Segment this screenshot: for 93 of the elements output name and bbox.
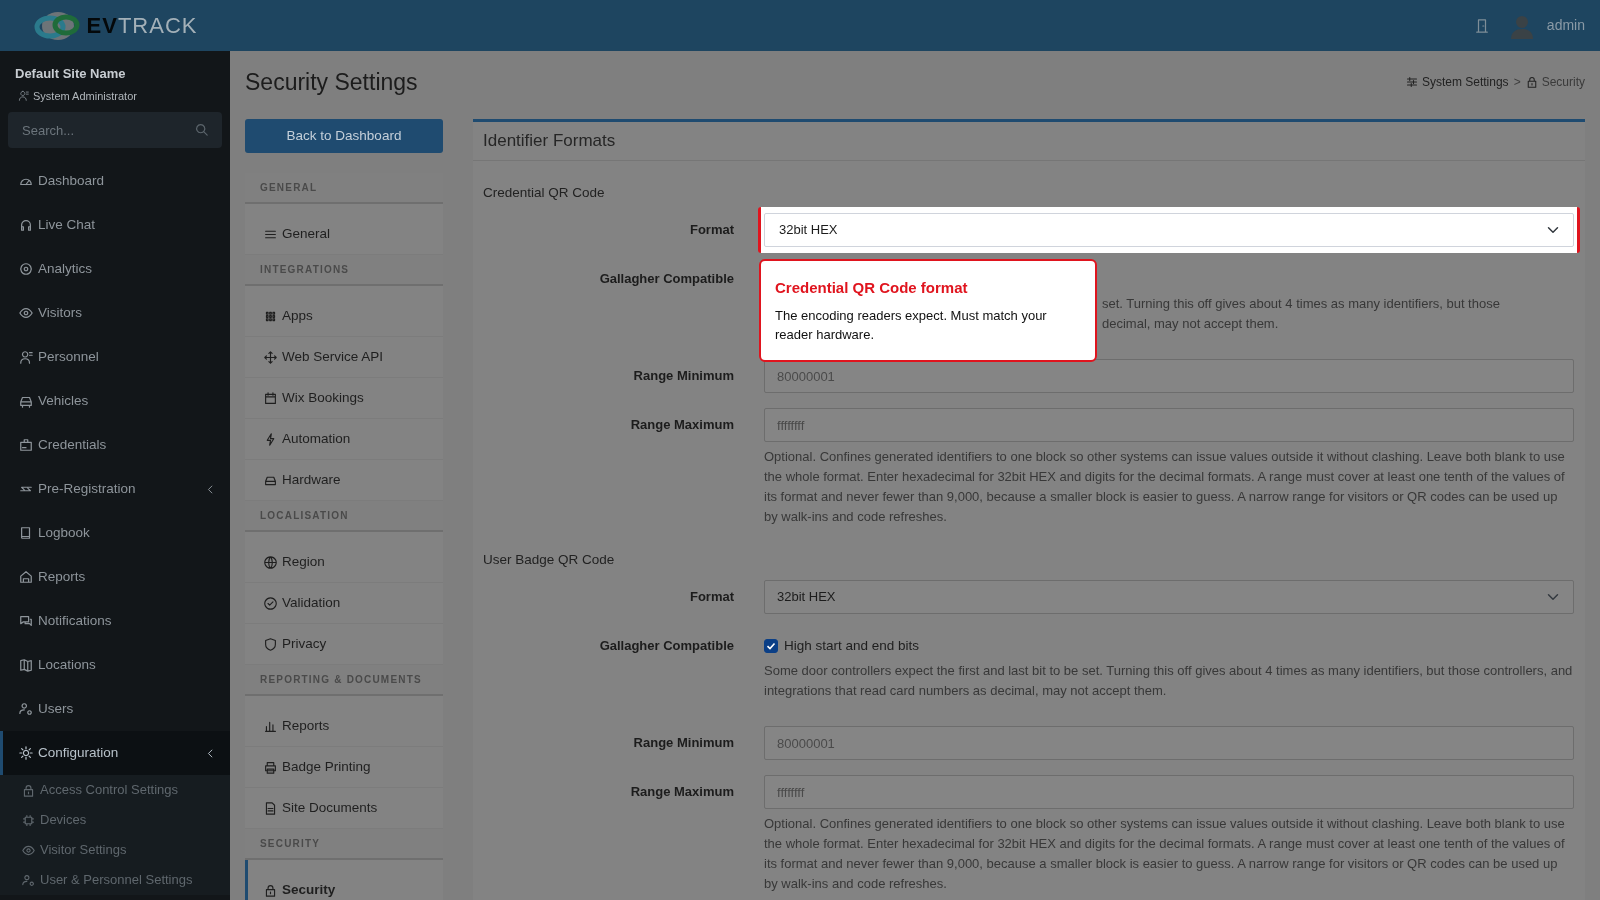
range-input[interactable]: ffffffff	[764, 775, 1574, 809]
grid-icon	[264, 309, 277, 323]
eye-icon	[19, 306, 33, 320]
card-title: Identifier Formats	[483, 130, 616, 153]
sidebar-item[interactable]: Reports	[0, 555, 230, 599]
user-gear-icon	[22, 873, 35, 887]
bolt-icon	[264, 432, 277, 446]
person-icon	[19, 350, 33, 364]
car-icon	[19, 394, 33, 408]
breadcrumb-separator: >	[1513, 74, 1521, 91]
range-input[interactable]: ffffffff	[764, 408, 1574, 442]
chip-icon	[22, 813, 35, 827]
sidebar-subitem[interactable]: Devices	[0, 805, 230, 835]
settings-menu-item[interactable]: Wix Bookings	[245, 378, 443, 419]
range-input[interactable]: 80000001	[764, 726, 1574, 760]
eye-icon	[22, 843, 35, 857]
sidebar-subitem[interactable]: User & Personnel Settings	[0, 865, 230, 895]
field-hint-fragment: decimal, may not accept them.	[1102, 315, 1279, 333]
field-label: Format	[688, 221, 734, 239]
user-gear-icon	[19, 702, 33, 716]
sidebar-item[interactable]: Visitors	[0, 291, 230, 335]
back-to-dashboard-button[interactable]: Back to Dashboard	[245, 119, 443, 153]
settings-menu-item[interactable]: Validation	[245, 583, 443, 624]
house-icon	[19, 570, 33, 584]
sidebar-item[interactable]: Live Chat	[0, 203, 230, 247]
sidebar-item[interactable]: Configuration	[0, 731, 230, 775]
checkbox-label[interactable]: High start and end bits	[784, 635, 920, 657]
settings-menu-item[interactable]: Region	[245, 532, 443, 583]
site-name: Default Site Name	[15, 65, 127, 83]
settings-menu-item[interactable]: Automation	[245, 419, 443, 460]
field-hint: Some door controllers expect the first and last bit to be set. Turning this off gives about 4 times as many identifiers, but those controllers, and integrations that read card numbers as decimal, may not accept them.	[764, 662, 1574, 700]
sliders-icon	[1405, 76, 1418, 88]
field-label: Range Maximum	[629, 416, 734, 434]
id-card-icon	[19, 438, 33, 452]
search-icon	[195, 123, 208, 136]
bar-chart-icon	[264, 719, 277, 733]
format-select[interactable]: 32bit HEX	[764, 580, 1574, 614]
map-icon	[19, 658, 33, 672]
range-input[interactable]: 80000001	[764, 359, 1574, 393]
lock-icon	[22, 783, 35, 797]
field-label: Gallagher Compatible	[598, 637, 734, 655]
sidebar-item[interactable]: Analytics	[0, 247, 230, 291]
section-title: User Badge QR Code	[483, 551, 616, 569]
sidebar-item[interactable]: Vehicles	[0, 379, 230, 423]
shield-icon	[264, 637, 277, 651]
search-field[interactable]: Search...	[8, 112, 222, 148]
settings-menu-item[interactable]: Apps	[245, 286, 443, 337]
settings-menu-item[interactable]: Badge Printing	[245, 747, 443, 788]
field-label: Range Minimum	[632, 734, 734, 752]
move-icon	[264, 350, 277, 364]
sidebar-item[interactable]: Notifications	[0, 599, 230, 643]
sidebar-item[interactable]: Users	[0, 687, 230, 731]
settings-menu-item[interactable]: Security	[245, 860, 443, 900]
page-title: Security Settings	[245, 68, 418, 97]
calendar-icon	[264, 391, 277, 405]
lock-icon	[264, 883, 277, 897]
field-label: Gallagher Compatible	[598, 270, 734, 288]
field-label: Range Minimum	[632, 367, 734, 385]
printer-icon	[264, 760, 277, 774]
sidebar-item[interactable]: Personnel	[0, 335, 230, 379]
checkbox[interactable]	[764, 639, 778, 653]
field-hint-fragment: set. Turning this off gives about 4 times as many identifiers, but those	[1102, 295, 1500, 313]
target-icon	[19, 262, 33, 276]
sidebar-item[interactable]: Logbook	[0, 511, 230, 555]
breadcrumb-item[interactable]: System Settings	[1421, 73, 1509, 91]
sidebar-item[interactable]: Locations	[0, 643, 230, 687]
settings-menu-item[interactable]: Web Service API	[245, 337, 443, 378]
headset-icon	[19, 218, 33, 232]
book-icon	[19, 526, 33, 540]
door-icon	[1474, 18, 1489, 33]
sidebar-item[interactable]: Dashboard	[0, 159, 230, 203]
settings-menu-item[interactable]: Reports	[245, 696, 443, 747]
sidebar-item[interactable]: Credentials	[0, 423, 230, 467]
popover-text: The encoding readers expect. Must match your reader hardware.	[775, 306, 1048, 344]
section-title: Credential QR Code	[483, 184, 606, 202]
field-label: Range Maximum	[629, 783, 734, 801]
logo-text: EVTRACK	[86, 12, 198, 40]
user-name[interactable]: admin	[1546, 15, 1585, 36]
lock-icon	[1525, 76, 1538, 88]
person-icon	[18, 90, 29, 102]
file-icon	[264, 801, 277, 815]
popover-title: Credential QR Code format	[775, 278, 969, 298]
chat-icon	[19, 614, 33, 628]
globe-icon	[264, 555, 277, 569]
sidebar-subitem[interactable]: Access Control Settings	[0, 775, 230, 805]
field-hint: Optional. Confines generated identifiers to one block so other systems can issue values outside it without clashing. Leave both blank to use the whole format. Enter hexadecimal for 32bit HEX and digits for the decimal formats. A range must cover at least one tenth of the values of its format and never fewer than 9,000, because a smaller block is easier to guess. A narrow range for visitors or QR codes can be used up by walk-ins and code refreshes.	[764, 815, 1566, 893]
sidebar-item[interactable]: Pre-Registration	[0, 467, 230, 511]
format-select[interactable]: 32bit HEX	[764, 213, 1574, 247]
user-role: System Administrator	[33, 88, 137, 104]
sidebar-subitem[interactable]: Visitor Settings	[0, 835, 230, 865]
breadcrumb-item: Security	[1541, 74, 1585, 91]
field-hint: Optional. Confines generated identifiers to one block so other systems can issue values outside it without clashing. Leave both blank to use the whole format. Enter hexadecimal for 32bit HEX and digits for the decimal formats. A range must cover at least one tenth of the values of its format and never fewer than 9,000, because a smaller block is easier to guess. A narrow range for visitors or QR codes can be used up by walk-ins and code refreshes.	[764, 448, 1566, 526]
field-label: Format	[688, 588, 734, 606]
